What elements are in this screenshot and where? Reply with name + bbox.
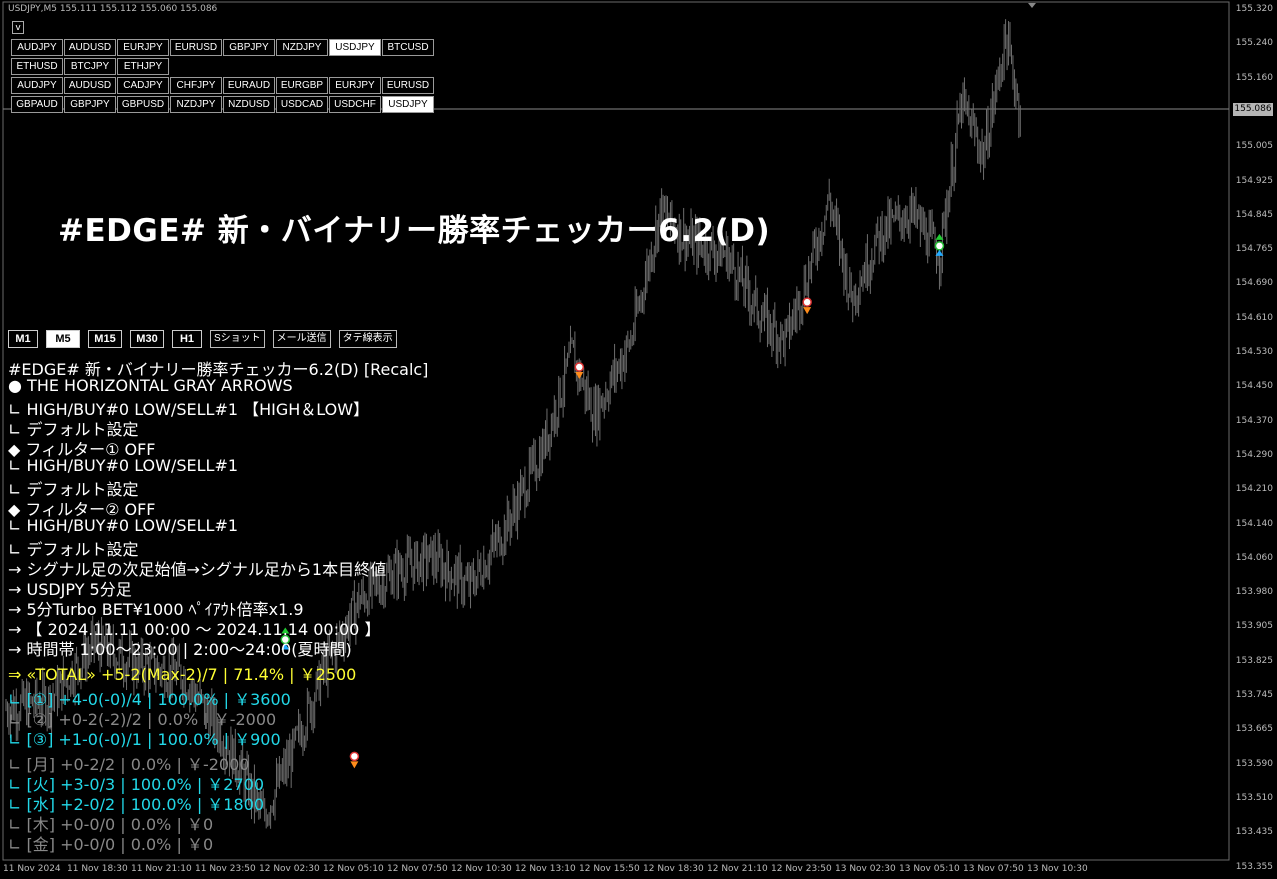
symbol-button-chfjpy[interactable]: CHFJPY [170,77,222,94]
time-tick: 12 Nov 21:10 [707,864,768,874]
symbol-button-gbpjpy[interactable]: GBPJPY [223,39,275,56]
price-tick: 154.765 [1235,244,1273,255]
symbol-button-btcusd[interactable]: BTCUSD [382,39,434,56]
price-tick: 154.450 [1235,381,1273,392]
symbol-button-usdcad[interactable]: USDCAD [276,96,328,113]
price-tick: 153.355 [1235,861,1273,872]
symbol-button-usdjpy[interactable]: USDJPY [382,96,434,113]
stats-line: ∟ HIGH/BUY#0 LOW/SELL#1 [8,456,239,475]
symbol-button-audjpy[interactable]: AUDJPY [11,39,63,56]
symbol-button-eurjpy[interactable]: EURJPY [329,77,381,94]
price-tick: 155.320 [1235,4,1273,14]
time-tick: 12 Nov 13:10 [515,864,576,874]
symbol-button-eurusd[interactable]: EURUSD [382,77,434,94]
symbol-button-eurjpy[interactable]: EURJPY [117,39,169,56]
timeframe-m1[interactable]: M1 [8,330,38,348]
price-tick: 154.370 [1235,415,1273,426]
time-tick: 12 Nov 18:30 [643,864,704,874]
price-tick: 154.610 [1235,312,1273,323]
symbol-button-gbpjpy[interactable]: GBPJPY [64,96,116,113]
price-tick: 154.925 [1235,175,1273,186]
price-tick: 155.160 [1235,72,1273,83]
symbol-button-nzdusd[interactable]: NZDUSD [223,96,275,113]
price-tick: 154.210 [1235,484,1273,495]
symbol-button-gbpusd[interactable]: GBPUSD [117,96,169,113]
collapse-button[interactable]: v [12,21,24,34]
timeframe-m15[interactable]: M15 [88,330,122,348]
price-tick: 154.530 [1235,347,1273,357]
timeframe-m5[interactable]: M5 [46,330,80,348]
stats-line: ∟ [③] +1-0(-0)/1 | 100.0% | ￥900 [8,730,281,749]
price-tick: 153.745 [1235,690,1273,700]
symbol-button-nzdjpy[interactable]: NZDJPY [170,96,222,113]
price-tick: 155.240 [1235,38,1273,49]
symbol-button-cadjpy[interactable]: CADJPY [117,77,169,94]
time-tick: 12 Nov 02:30 [259,864,320,874]
symbol-button-audjpy[interactable]: AUDJPY [11,77,63,94]
symbol-button-usdchf[interactable]: USDCHF [329,96,381,113]
price-tick: 153.435 [1235,827,1273,838]
chart-shift-icon[interactable] [1028,3,1036,8]
price-tick: 155.005 [1235,141,1273,152]
symbol-button-btcjpy[interactable]: BTCJPY [64,58,116,75]
time-tick: 11 Nov 18:30 [67,864,128,874]
stats-line: → 時間帯 1:00～23:00 | 2:00～24:00(夏時間) [8,640,352,659]
symbol-button-eurgbp[interactable]: EURGBP [276,77,328,94]
time-tick: 12 Nov 10:30 [451,864,512,874]
time-tick: 12 Nov 15:50 [579,864,640,874]
symbol-button-ethusd[interactable]: ETHUSD [11,58,63,75]
time-tick: 13 Nov 07:50 [963,864,1024,874]
time-tick: 11 Nov 23:50 [195,864,256,874]
symbol-button-audusd[interactable]: AUDUSD [64,39,116,56]
symbol-button-ethjpy[interactable]: ETHJPY [117,58,169,75]
chart-header: USDJPY,M5 155.111 155.112 155.060 155.08… [8,4,218,14]
stats-line: ● THE HORIZONTAL GRAY ARROWS [8,376,293,395]
price-tick: 153.590 [1235,758,1273,769]
symbol-button-gbpaud[interactable]: GBPAUD [11,96,63,113]
time-tick: 12 Nov 05:10 [323,864,384,874]
price-tick: 154.140 [1235,518,1273,529]
price-tick: 154.290 [1235,449,1273,460]
symbol-row: GBPAUD GBPJPY GBPUSD NZDJPY NZDUSD USDCAD USDC… [11,96,434,113]
symbol-button-nzdjpy[interactable]: NZDJPY [276,39,328,56]
vertical-lines-button[interactable]: タテ線表示 [338,330,397,348]
stats-line: ∟ [金] +0-0/0 | 0.0% | ￥0 [8,835,214,854]
timeframe-m30[interactable]: M30 [130,330,164,348]
timeframe-bar: M1 M5 M15 M30 H1 Sショット メール送信 タテ線表示 [8,330,397,348]
symbol-button-euraud[interactable]: EURAUD [223,77,275,94]
timeframe-h1[interactable]: H1 [172,330,202,348]
symbol-row: AUDJPY AUDUSD EURJPY EURUSD GBPJPY NZDJPY USDJ… [11,39,434,56]
price-tick: 153.905 [1235,621,1273,632]
price-tick: 153.510 [1235,792,1273,803]
time-tick: 13 Nov 05:10 [899,864,960,874]
send-mail-button[interactable]: メール送信 [272,330,331,348]
current-price-label: 155.086 [1233,103,1273,116]
price-tick: 154.690 [1235,278,1273,289]
time-tick: 11 Nov 2024 [3,864,61,874]
screenshot-button[interactable]: Sショット [210,330,265,348]
stats-line: ⇒ «TOTAL» +5-2(Max-2)/7 | 71.4% | ￥2500 [8,665,357,684]
indicator-title: #EDGE# 新・バイナリー勝率チェッカー6.2(D) [58,213,771,249]
signals-group [280,233,945,769]
price-tick: 154.060 [1235,552,1273,563]
symbol-button-usdjpy[interactable]: USDJPY [329,39,381,56]
time-tick: 12 Nov 23:50 [771,864,832,874]
price-tick: 153.825 [1235,655,1273,666]
time-tick: 13 Nov 02:30 [835,864,896,874]
symbol-button-eurusd[interactable]: EURUSD [170,39,222,56]
time-tick: 12 Nov 07:50 [387,864,448,874]
symbol-row: ETHUSD BTCJPY ETHJPY [11,58,169,75]
price-tick: 153.980 [1235,587,1273,598]
sell-signal-icon [349,751,360,769]
price-tick: 153.665 [1235,724,1273,735]
symbol-row: AUDJPY AUDUSD CADJPY CHFJPY EURAUD EURGBP EURJ… [11,77,434,94]
stats-line: ∟ HIGH/BUY#0 LOW/SELL#1 [8,516,239,535]
price-tick: 154.845 [1235,209,1273,220]
time-tick: 11 Nov 21:10 [131,864,192,874]
time-tick: 13 Nov 10:30 [1027,864,1088,874]
symbol-button-audusd[interactable]: AUDUSD [64,77,116,94]
